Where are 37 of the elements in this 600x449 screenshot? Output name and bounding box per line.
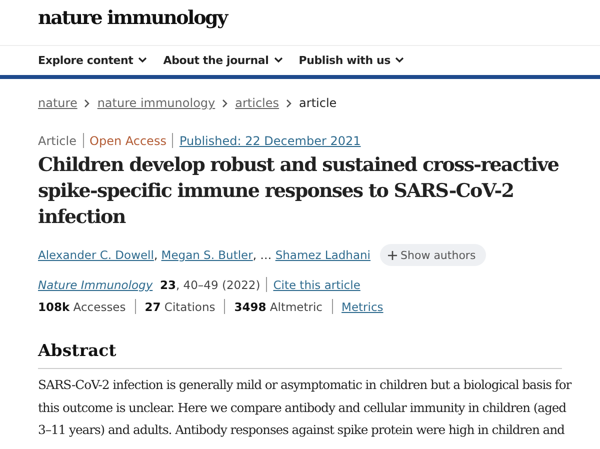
author-separator: , [154,248,158,262]
chevron-right-icon [222,98,228,108]
metric-stat: 108k Accesses [38,300,126,314]
article-title: Children develop robust and sustained cross-reactive spike-specific immune responses to SARS-CoV-2 infection [38,153,560,230]
cite-article-link[interactable]: Cite this article [273,278,360,292]
site-logo[interactable]: nature immunology [38,7,227,45]
plus-icon [388,250,397,260]
abstract-text-line: 3–11 years) and adults. Antibody responses against spike protein were high in children and [38,421,564,439]
chevron-right-icon [286,98,292,108]
author-link[interactable]: Megan S. Butler [161,248,253,262]
abstract-text-line: this outcome is unclear. Here we compare antibody and cellular immunity in children (aged [38,398,566,417]
metric-stat: 27 Citations [144,300,216,314]
author-link[interactable]: Shamez Ladhani [275,248,371,262]
nav-menu-item[interactable]: Publish with us [298,54,404,66]
page-range: , 40–49 (2022) [176,278,260,292]
abstract-heading: Abstract [38,341,562,369]
chevron-down-icon [395,57,404,63]
breadcrumb-link[interactable]: articles [235,96,280,110]
metrics-link[interactable]: Metrics [342,300,384,314]
author-ellipsis: , … [252,248,272,262]
abstract-text-line: SARS-CoV-2 infection is generally mild or asymptomatic in children but a biological basis for [38,376,572,394]
breadcrumb-link[interactable]: nature immunology [97,96,216,110]
journal-link[interactable]: Nature Immunology [38,278,153,292]
open-access-label: Open Access [90,134,166,148]
published-date-link[interactable]: Published: 22 December 2021 [179,134,361,148]
breadcrumb-link[interactable]: nature [38,96,78,110]
article-type: Article [38,134,76,148]
metric-stat: 3498 Altmetric [234,300,323,314]
chevron-right-icon [84,98,90,108]
author-link[interactable]: Alexander C. Dowell [38,248,154,262]
nav-menu-item[interactable]: About the journal [163,54,283,66]
volume-number: 23 [160,278,176,292]
chevron-down-icon [274,57,283,63]
show-authors-button[interactable]: Show authors [380,244,486,266]
nav-menu-item[interactable]: Explore content [38,54,148,66]
chevron-down-icon [138,57,148,63]
breadcrumb-current: article [299,96,337,110]
